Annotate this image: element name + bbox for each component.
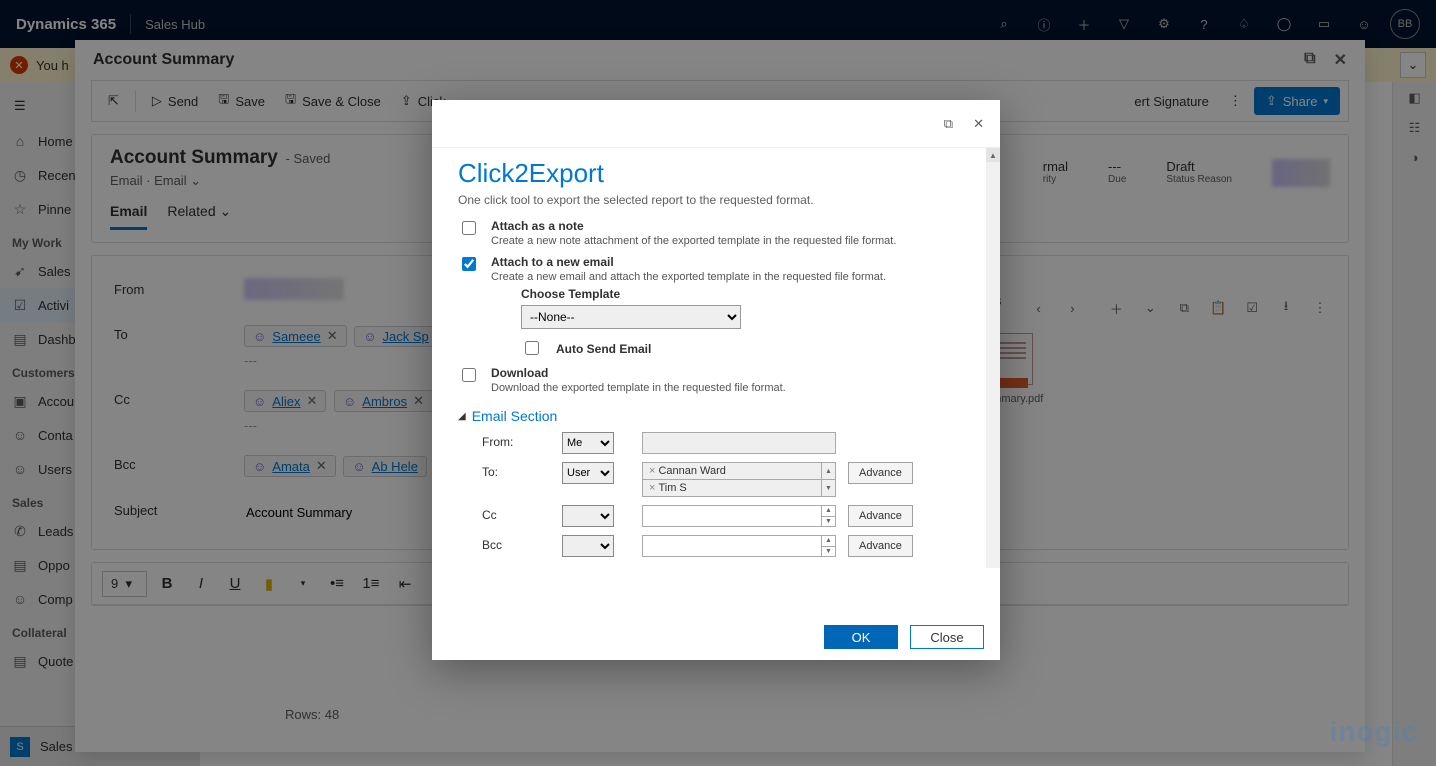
ok-button[interactable]: OK [824,625,898,649]
from-label: From: [482,432,562,449]
lookup-spinner[interactable]: ▲▼ [821,536,835,556]
bcc-advance-button[interactable]: Advance [848,535,913,557]
dialog-footer: OK Close [432,614,1000,660]
cc-type-select[interactable] [562,505,614,527]
template-select[interactable]: --None-- [521,305,741,329]
email-from-row: From: Me [458,432,974,454]
scrollbar[interactable]: ▲ [986,148,1000,568]
dialog-header: ⧉ ✕ [432,100,1000,148]
attach-email-title: Attach to a new email [491,255,886,269]
to-token-1[interactable]: ×Cannan Ward [643,463,835,479]
cc-advance-button[interactable]: Advance [848,505,913,527]
email-cc-row: Cc ▲▼ Advance [458,505,974,527]
dialog-body: ▲ Click2Export One click tool to export … [432,148,1000,614]
scroll-up-icon[interactable]: ▲ [986,148,1000,162]
email-section-header[interactable]: ◢Email Section [458,408,974,424]
close-icon[interactable]: ✕ [973,116,984,132]
to-token-2[interactable]: ×Tim S [643,479,835,496]
remove-icon[interactable]: × [649,465,655,477]
to-advance-button[interactable]: Advance [848,462,913,484]
close-button[interactable]: Close [910,625,984,649]
cc-label: Cc [482,505,562,522]
to-lookup[interactable]: ×Cannan Ward ×Tim S ▲▼ [642,462,836,497]
download-desc: Download the exported template in the re… [491,382,786,394]
option-attach-email: Attach to a new email Create a new email … [458,255,974,358]
popout-icon[interactable]: ⧉ [944,116,953,132]
auto-send-checkbox[interactable] [525,341,539,355]
from-select[interactable]: Me [562,432,614,454]
click2export-dialog: ⧉ ✕ ▲ Click2Export One click tool to exp… [432,100,1000,660]
download-title: Download [491,366,786,380]
email-to-row: To: User ×Cannan Ward ×Tim S ▲▼ Advance [458,462,974,497]
dialog-description: One click tool to export the selected re… [458,193,974,207]
attach-note-checkbox[interactable] [462,221,476,235]
bcc-lookup[interactable]: ▲▼ [642,535,836,557]
remove-icon[interactable]: × [649,482,655,494]
email-bcc-row: Bcc ▲▼ Advance [458,535,974,557]
to-type-select[interactable]: User [562,462,614,484]
lookup-spinner[interactable]: ▲▼ [821,506,835,526]
auto-send-label: Auto Send Email [556,342,651,356]
attach-email-desc: Create a new email and attach the export… [491,271,886,283]
option-attach-note: Attach as a note Create a new note attach… [458,219,974,247]
attach-note-desc: Create a new note attachment of the expo… [491,235,896,247]
watermark: inogic [1330,716,1418,748]
attach-note-title: Attach as a note [491,219,896,233]
attach-email-checkbox[interactable] [462,257,476,271]
bcc-type-select[interactable] [562,535,614,557]
bcc-label: Bcc [482,535,562,552]
choose-template-label: Choose Template [521,287,886,301]
to-label: To: [482,462,562,479]
lookup-spinner[interactable]: ▲▼ [821,463,835,496]
collapse-icon: ◢ [458,411,466,422]
from-lookup[interactable] [642,432,836,454]
dialog-title: Click2Export [458,158,974,189]
cc-lookup[interactable]: ▲▼ [642,505,836,527]
option-download: Download Download the exported template i… [458,366,974,394]
download-checkbox[interactable] [462,368,476,382]
